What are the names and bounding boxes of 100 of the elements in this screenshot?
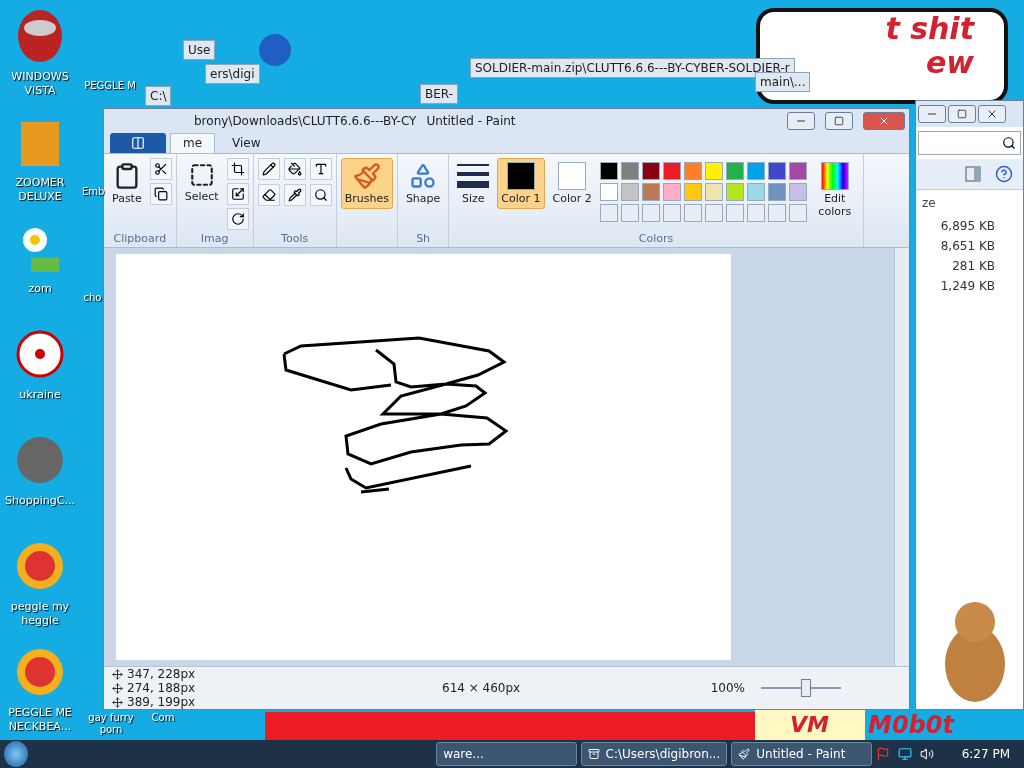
palette-swatch[interactable] bbox=[746, 161, 765, 180]
select-button[interactable]: Select bbox=[180, 157, 223, 207]
palette-swatch[interactable] bbox=[683, 161, 702, 180]
column-header[interactable]: ze bbox=[916, 190, 1023, 216]
color-picker-button[interactable] bbox=[283, 183, 306, 206]
minimize-button[interactable] bbox=[918, 105, 946, 123]
window-title-fragment: main\... bbox=[755, 72, 811, 92]
palette-swatch[interactable] bbox=[725, 182, 744, 201]
palette-swatch[interactable] bbox=[683, 182, 702, 201]
paste-button[interactable]: Paste bbox=[108, 157, 146, 209]
window-title-fragment: Use bbox=[183, 40, 216, 60]
rotate-button[interactable] bbox=[226, 207, 249, 230]
copy-icon bbox=[153, 186, 168, 201]
line-size-icon bbox=[457, 161, 490, 190]
palette-swatch[interactable] bbox=[788, 161, 807, 180]
empty-swatch[interactable] bbox=[788, 203, 807, 222]
cursor-position: 274, 188px bbox=[104, 681, 264, 695]
maximize-button[interactable] bbox=[948, 105, 976, 123]
file-size: 1,249 KB bbox=[939, 278, 996, 295]
cursor-position: 389, 199px bbox=[104, 695, 264, 709]
group-label: Colors bbox=[637, 232, 675, 245]
empty-swatch[interactable] bbox=[620, 203, 639, 222]
monitor-icon bbox=[897, 747, 912, 761]
pencil-button[interactable] bbox=[257, 157, 280, 180]
empty-swatch[interactable] bbox=[683, 203, 702, 222]
taskbar-button[interactable]: Untitled - Paint bbox=[731, 742, 872, 766]
clock[interactable]: 6:27 PM bbox=[961, 747, 1010, 761]
app-menu-button[interactable] bbox=[110, 132, 166, 153]
palette-swatch[interactable] bbox=[641, 182, 660, 201]
shapes-button[interactable]: Shape bbox=[401, 157, 445, 209]
palette-swatch[interactable] bbox=[599, 182, 618, 201]
search-icon bbox=[1002, 136, 1016, 150]
canvas-size: 614 × 460px bbox=[441, 681, 522, 695]
window-title-fragment: C:\ bbox=[145, 86, 172, 106]
resize-button[interactable] bbox=[226, 182, 249, 205]
scrollbar[interactable] bbox=[894, 248, 909, 666]
taskbar-button[interactable]: C:\Users\digibron... bbox=[580, 742, 728, 766]
text-button[interactable] bbox=[309, 157, 332, 180]
group-label: Sh bbox=[415, 232, 432, 245]
archive-icon bbox=[587, 748, 600, 760]
shapes-icon bbox=[409, 161, 438, 190]
maximize-button[interactable] bbox=[825, 111, 853, 130]
empty-swatch[interactable] bbox=[599, 203, 618, 222]
paint-bucket-icon bbox=[287, 161, 302, 176]
group-label: Clipboard bbox=[112, 232, 168, 245]
brushes-button[interactable]: Brushes bbox=[340, 157, 393, 209]
close-icon bbox=[986, 108, 998, 120]
group-label: Imag bbox=[199, 232, 230, 245]
magnifier-icon bbox=[313, 187, 328, 202]
menu-icon bbox=[131, 135, 145, 150]
empty-swatch[interactable] bbox=[767, 203, 786, 222]
crop-button[interactable] bbox=[226, 157, 249, 180]
cut-button[interactable] bbox=[149, 157, 172, 180]
palette-swatch[interactable] bbox=[725, 161, 744, 180]
paintbrush-icon bbox=[738, 748, 751, 760]
resize-icon bbox=[230, 186, 245, 201]
palette-swatch[interactable] bbox=[767, 161, 786, 180]
start-button[interactable] bbox=[4, 741, 29, 767]
close-button[interactable] bbox=[978, 105, 1006, 123]
palette-swatch[interactable] bbox=[620, 161, 639, 180]
pipette-icon bbox=[287, 187, 302, 202]
edit-colors-button[interactable]: Edit colors bbox=[810, 157, 859, 222]
empty-swatch[interactable] bbox=[725, 203, 744, 222]
palette-swatch[interactable] bbox=[746, 182, 765, 201]
palette-swatch[interactable] bbox=[662, 182, 681, 201]
palette-swatch[interactable] bbox=[599, 161, 618, 180]
zoom-level: 100% bbox=[709, 681, 746, 695]
rotate-icon bbox=[230, 211, 245, 226]
palette-swatch[interactable] bbox=[641, 161, 660, 180]
size-button[interactable]: Size bbox=[453, 157, 494, 209]
speaker-icon bbox=[919, 747, 934, 761]
copy-button[interactable] bbox=[149, 182, 172, 205]
file-size: 281 KB bbox=[951, 258, 996, 275]
minimize-button[interactable] bbox=[787, 111, 815, 130]
palette-swatch[interactable] bbox=[620, 182, 639, 201]
palette-swatch[interactable] bbox=[767, 182, 786, 201]
magnifier-button[interactable] bbox=[309, 183, 332, 206]
empty-swatch[interactable] bbox=[746, 203, 765, 222]
ribbon-tab[interactable]: View bbox=[219, 132, 274, 153]
window-title: brony\Downloads\CLUTT6.6.6---BY-CY bbox=[194, 113, 417, 128]
group-label: Tools bbox=[280, 232, 310, 245]
search-field[interactable] bbox=[918, 131, 1021, 155]
move-icon bbox=[112, 668, 123, 680]
preview-pane-icon[interactable] bbox=[965, 166, 981, 182]
palette-swatch[interactable] bbox=[704, 182, 723, 201]
fill-button[interactable] bbox=[283, 157, 306, 180]
ribbon-tab[interactable]: me bbox=[170, 132, 216, 153]
move-icon bbox=[112, 696, 123, 708]
palette-swatch[interactable] bbox=[788, 182, 807, 201]
taskbar-button[interactable]: ware... bbox=[436, 742, 577, 766]
empty-swatch[interactable] bbox=[704, 203, 723, 222]
color-slot-button[interactable]: Color 1 bbox=[497, 157, 545, 209]
eraser-button[interactable] bbox=[257, 183, 280, 206]
empty-swatch[interactable] bbox=[641, 203, 660, 222]
palette-swatch[interactable] bbox=[662, 161, 681, 180]
empty-swatch[interactable] bbox=[662, 203, 681, 222]
cursor-position: 347, 228px bbox=[104, 667, 264, 681]
palette-swatch[interactable] bbox=[704, 161, 723, 180]
window-title-fragment: ers\digi bbox=[205, 64, 260, 84]
color-slot-button[interactable]: Color 2 bbox=[548, 157, 596, 209]
